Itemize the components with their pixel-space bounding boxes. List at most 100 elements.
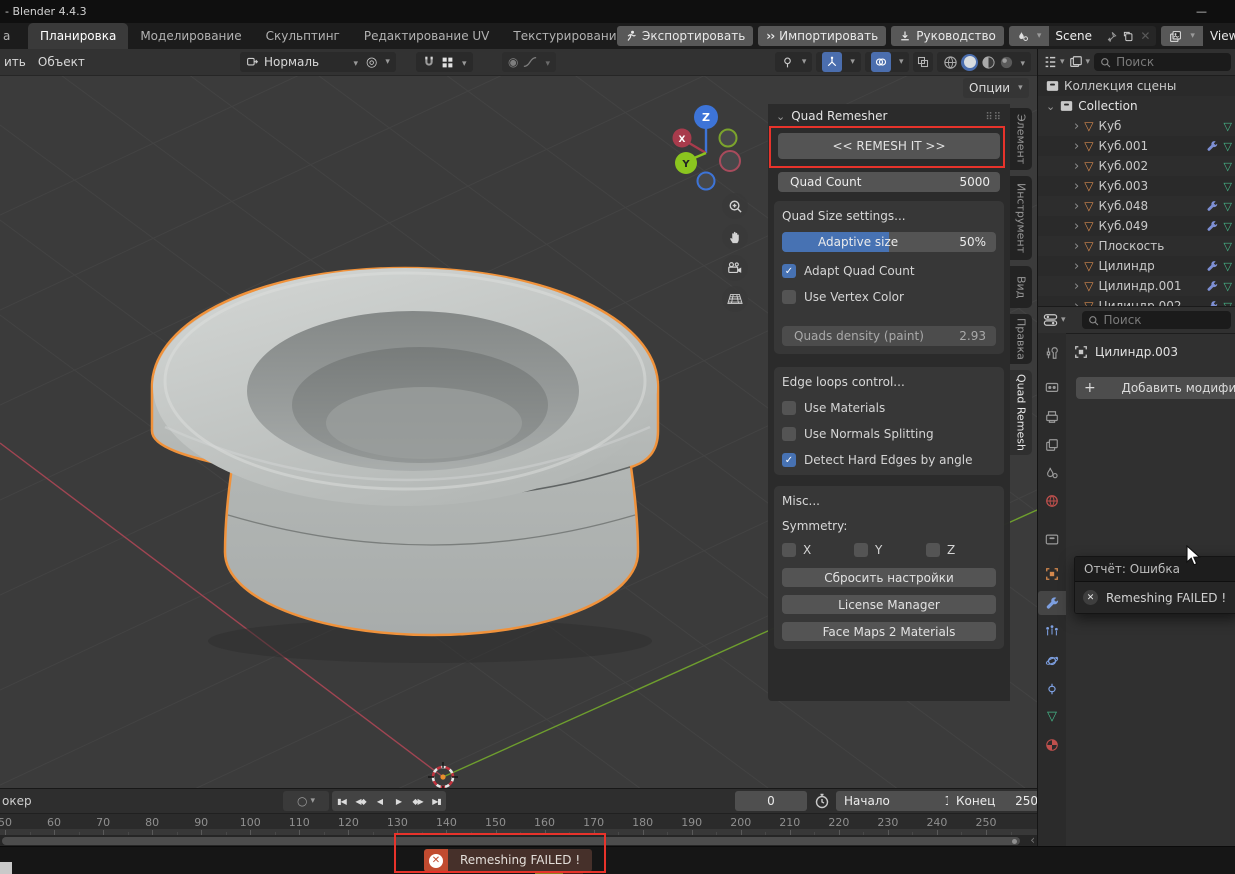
tab-texture-paint[interactable]: Текстурирование bbox=[501, 23, 635, 49]
object-name[interactable]: Цилиндр bbox=[1098, 259, 1154, 273]
current-frame-field[interactable]: 0 bbox=[735, 791, 807, 811]
panel-grip-icon[interactable] bbox=[985, 109, 1002, 123]
symmetry-x-row[interactable]: X bbox=[782, 543, 854, 557]
symmetry-y-row[interactable]: Y bbox=[854, 543, 926, 557]
detect-hard-edges-row[interactable]: Detect Hard Edges by angle bbox=[782, 453, 996, 467]
shading-rendered-icon[interactable] bbox=[999, 55, 1014, 70]
view-object-types-dropdown[interactable] bbox=[775, 52, 813, 72]
outliner-object-row[interactable]: ▽ Куб.003 ▽ bbox=[1038, 176, 1235, 196]
object-name[interactable]: Плоскость bbox=[1098, 239, 1164, 253]
playback-button-4[interactable]: ◆▶ bbox=[408, 791, 427, 811]
expand-chevron-icon[interactable] bbox=[1074, 159, 1079, 174]
viewlayer-name[interactable]: ViewLay bbox=[1210, 29, 1235, 43]
object-name[interactable]: Куб.048 bbox=[1098, 199, 1148, 213]
scene-collection-label[interactable]: Коллекция сцены bbox=[1064, 79, 1176, 93]
shading-solid-icon[interactable] bbox=[961, 54, 978, 71]
menu-object[interactable]: Объект bbox=[38, 55, 85, 69]
outliner-display-mode-dropdown[interactable] bbox=[1069, 55, 1091, 69]
collection-row[interactable]: Collection bbox=[1038, 96, 1235, 116]
gizmos-dropdown[interactable] bbox=[816, 52, 861, 72]
checkbox-icon[interactable] bbox=[782, 401, 796, 415]
outliner-filter-dropdown[interactable] bbox=[1043, 55, 1065, 69]
checkbox-icon[interactable] bbox=[782, 290, 796, 304]
checkbox-icon[interactable] bbox=[854, 543, 868, 557]
keying-set-button[interactable]: ○ bbox=[283, 791, 329, 811]
tab-edit[interactable]: Правка bbox=[1010, 314, 1032, 364]
outliner-object-row[interactable]: ▽ Куб.001 ▽ bbox=[1038, 136, 1235, 156]
pan-tool-button[interactable] bbox=[722, 224, 748, 250]
symmetry-z-row[interactable]: Z bbox=[926, 543, 955, 557]
tool-tab-icon[interactable] bbox=[1038, 341, 1066, 365]
camera-view-button[interactable] bbox=[722, 255, 748, 281]
tab-layout[interactable]: Планировка bbox=[28, 23, 128, 49]
manual-button[interactable]: Руководство bbox=[891, 26, 1004, 46]
adaptive-size-slider[interactable]: Adaptive size 50% bbox=[782, 232, 996, 252]
use-vertex-color-row[interactable]: Use Vertex Color bbox=[782, 290, 996, 304]
report-error-row[interactable]: ✕ Remeshing FAILED ! bbox=[1075, 582, 1235, 613]
expand-chevron-icon[interactable] bbox=[1074, 259, 1079, 274]
mesh-object-cylinder[interactable] bbox=[152, 268, 658, 663]
status-error-toast[interactable]: ✕ Remeshing FAILED ! bbox=[424, 849, 592, 872]
physics-tab-icon[interactable] bbox=[1038, 649, 1066, 673]
proportional-editing-controls[interactable]: ◉ bbox=[502, 52, 556, 72]
world-tab-icon[interactable] bbox=[1038, 489, 1066, 513]
scene-tab-icon[interactable] bbox=[1038, 461, 1066, 485]
toggle-perspective-button[interactable] bbox=[722, 286, 748, 312]
checkbox-checked-icon[interactable] bbox=[782, 453, 796, 467]
outliner-object-row[interactable]: ▽ Плоскость ▽ bbox=[1038, 236, 1235, 256]
outliner-object-row[interactable]: ▽ Цилиндр.002 ▽ bbox=[1038, 296, 1235, 306]
zoom-tool-button[interactable] bbox=[722, 193, 748, 219]
workspace-tab-partial[interactable]: а bbox=[3, 23, 10, 49]
snap-controls[interactable] bbox=[416, 52, 473, 72]
auto-keyframe-stopwatch-icon[interactable] bbox=[814, 793, 830, 809]
outliner-object-row[interactable]: ▽ Цилиндр ▽ bbox=[1038, 256, 1235, 276]
object-tab-icon[interactable] bbox=[1038, 562, 1066, 586]
checkbox-icon[interactable] bbox=[782, 427, 796, 441]
playback-button-2[interactable]: ◀ bbox=[370, 791, 389, 811]
options-button[interactable]: Опции bbox=[963, 78, 1029, 98]
reset-settings-button[interactable]: Сбросить настройки bbox=[782, 568, 996, 587]
overlays-dropdown[interactable] bbox=[865, 52, 910, 72]
particles-tab-icon[interactable] bbox=[1038, 619, 1066, 643]
properties-search-input[interactable]: Поиск bbox=[1082, 311, 1231, 329]
shading-mode-group[interactable] bbox=[937, 52, 1031, 72]
object-name[interactable]: Куб.049 bbox=[1098, 219, 1148, 233]
tab-quad-remesh[interactable]: Quad Remesh bbox=[1010, 370, 1032, 455]
modifiers-tab-icon[interactable] bbox=[1038, 591, 1066, 615]
remesh-it-button[interactable]: << REMESH IT >> bbox=[778, 133, 1000, 159]
expand-chevron-icon[interactable] bbox=[1074, 179, 1079, 194]
expand-chevron-icon[interactable] bbox=[1074, 219, 1079, 234]
gizmo-neg-z-axis[interactable] bbox=[698, 173, 715, 190]
minimize-button[interactable]: — bbox=[1196, 5, 1207, 18]
tab-uv-editing[interactable]: Редактирование UV bbox=[352, 23, 502, 49]
tab-view[interactable]: Вид bbox=[1010, 266, 1032, 308]
export-button[interactable]: Экспортировать bbox=[617, 26, 753, 46]
tab-sculpting[interactable]: Скульптинг bbox=[254, 23, 352, 49]
scrollbar-handle-dot[interactable] bbox=[1012, 839, 1017, 844]
scene-selector[interactable]: Scene ✕ bbox=[1009, 26, 1157, 46]
constraints-tab-icon[interactable] bbox=[1038, 677, 1066, 701]
new-scene-icon[interactable] bbox=[1123, 31, 1134, 42]
render-tab-icon[interactable] bbox=[1038, 375, 1066, 399]
tab-modeling[interactable]: Моделирование bbox=[128, 23, 253, 49]
frame-end-field[interactable]: Конец 250 bbox=[948, 791, 1037, 811]
timeline-scrollbar[interactable] bbox=[2, 837, 1020, 845]
expand-chevron-icon[interactable] bbox=[1074, 139, 1079, 154]
outliner-object-row[interactable]: ▽ Куб.048 ▽ bbox=[1038, 196, 1235, 216]
scene-name[interactable]: Scene bbox=[1055, 29, 1092, 43]
expand-chevron-icon[interactable] bbox=[1074, 279, 1079, 294]
collection-label[interactable]: Collection bbox=[1078, 99, 1137, 113]
playback-button-0[interactable]: ▮◀ bbox=[332, 791, 351, 811]
facemaps-button[interactable]: Face Maps 2 Materials bbox=[782, 622, 996, 641]
object-name[interactable]: Куб.002 bbox=[1098, 159, 1148, 173]
viewlayer-selector[interactable]: ViewLay bbox=[1161, 26, 1235, 46]
viewport-3d[interactable]: ить Объект Нормаль ◎ ◉ bbox=[0, 49, 1037, 788]
adapt-quad-count-row[interactable]: Adapt Quad Count bbox=[782, 264, 996, 278]
expand-chevron-icon[interactable] bbox=[1074, 239, 1079, 254]
viewlayer-icon-button[interactable] bbox=[1161, 26, 1203, 46]
quads-density-slider[interactable]: Quads density (paint) 2.93 bbox=[782, 326, 996, 346]
panel-collapse-icon[interactable] bbox=[776, 109, 785, 123]
gizmo-neg-x-axis[interactable] bbox=[720, 151, 740, 171]
checkbox-checked-icon[interactable] bbox=[782, 264, 796, 278]
collapse-chevron-icon[interactable] bbox=[1046, 99, 1055, 113]
